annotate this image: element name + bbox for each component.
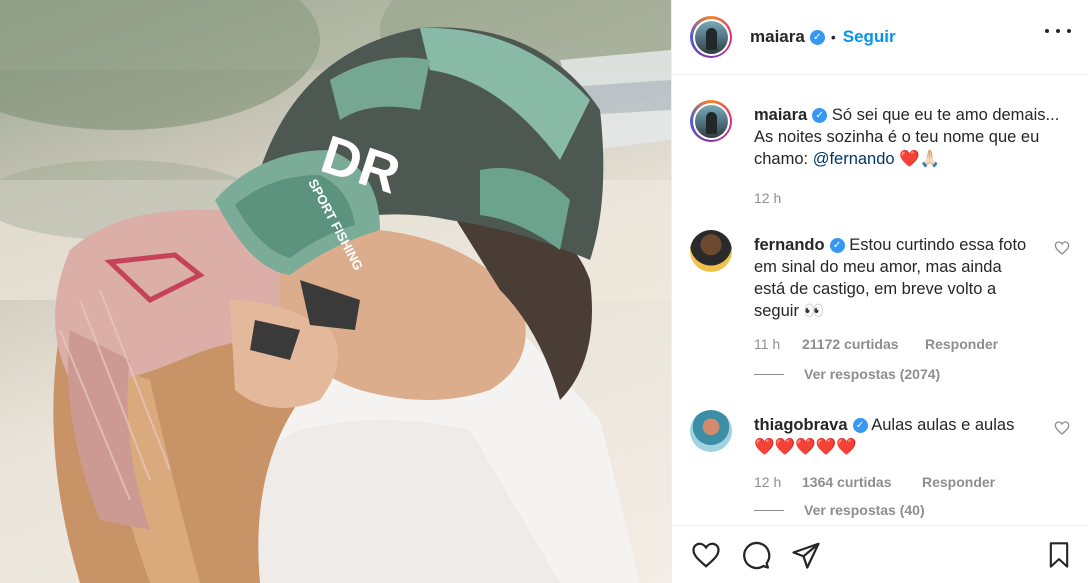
post-action-bar [672,525,1088,583]
heart-icon[interactable] [690,540,722,570]
instagram-post: DR SPORT FISHING maiara ✓ • Seguir maiar… [0,0,1088,583]
caption-avatar[interactable] [690,100,732,142]
comment-item: thiagobrava ✓ Aulas aulas e aulas ❤️❤️❤️❤… [690,410,1070,518]
view-replies-button[interactable]: Ver respostas (2074) [754,366,1070,382]
replies-divider [754,509,784,511]
post-header: maiara ✓ • Seguir [672,0,1088,75]
verified-badge-icon: ✓ [812,108,828,124]
couple-photo-illustration: DR SPORT FISHING [0,0,671,583]
verified-badge-icon: ✓ [829,238,845,254]
verified-badge-icon: ✓ [852,418,868,434]
comment-item: fernando ✓ Estou curtindo essa foto em si… [690,230,1070,382]
share-icon[interactable] [790,540,822,570]
caption-mention-link[interactable]: @fernando [813,150,895,168]
caption-emoji: ❤️🙏🏻 [899,150,941,168]
more-options-icon[interactable] [1045,24,1071,38]
author-username[interactable]: maiara [750,27,805,47]
bookmark-icon[interactable] [1045,540,1073,575]
comment-icon[interactable] [740,540,772,570]
author-avatar[interactable] [690,16,732,58]
reply-button[interactable]: Responder [922,474,995,490]
view-replies-label: Ver respostas (2074) [804,366,941,382]
caption-username[interactable]: maiara [754,106,807,124]
reply-button[interactable]: Responder [925,336,998,352]
separator-dot: • [830,29,836,45]
like-comment-heart-icon[interactable] [1054,420,1070,436]
post-photo[interactable]: DR SPORT FISHING [0,0,671,583]
comment-emoji: ❤️❤️❤️❤️❤️ [754,438,857,456]
follow-button[interactable]: Seguir [843,27,896,47]
comment-username[interactable]: thiagobrava [754,416,848,434]
verified-badge-icon: ✓ [809,29,825,45]
comment-username[interactable]: fernando [754,236,825,254]
caption-timestamp[interactable]: 12 h [754,190,781,206]
caption: maiara ✓ Só sei que eu te amo demais... A… [690,100,1070,206]
post-side-panel: maiara ✓ • Seguir maiara ✓ Só sei que eu … [671,0,1088,583]
commenter-avatar[interactable] [690,410,732,452]
view-replies-button[interactable]: Ver respostas (40) [754,502,1070,518]
commenter-avatar[interactable] [690,230,732,272]
comment-likes-count[interactable]: 21172 curtidas [802,336,925,352]
comment-timestamp[interactable]: 11 h [754,336,802,352]
comment-likes-count[interactable]: 1364 curtidas [802,474,922,490]
comment-timestamp[interactable]: 12 h [754,474,802,490]
view-replies-label: Ver respostas (40) [804,502,925,518]
comment-text: Aulas aulas e aulas [871,416,1015,434]
replies-divider [754,373,784,375]
like-comment-heart-icon[interactable] [1054,240,1070,256]
